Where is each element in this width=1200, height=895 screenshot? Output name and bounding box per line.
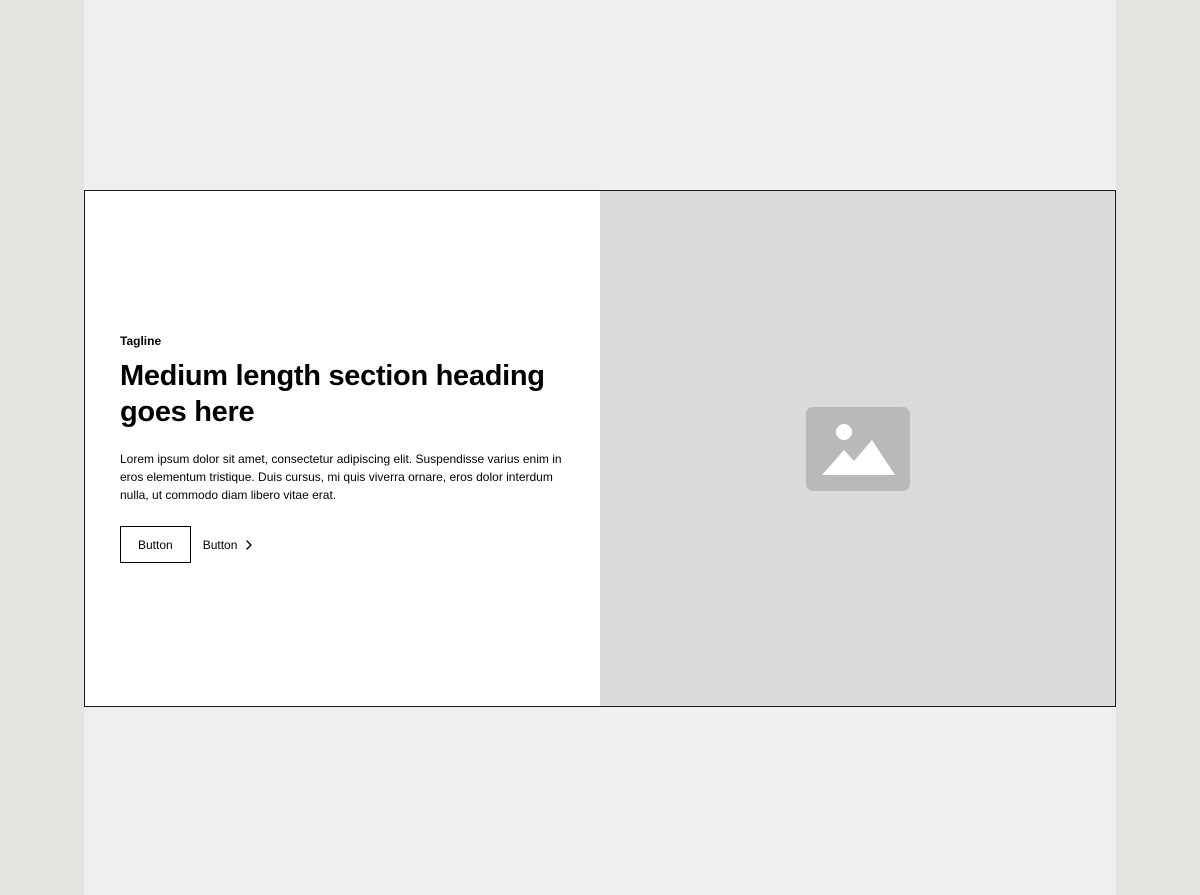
section-body-text: Lorem ipsum dolor sit amet, consectetur …: [120, 452, 562, 503]
section-heading: Medium length section heading goes here: [120, 360, 545, 429]
section-content: Tagline Medium length section heading go…: [85, 191, 600, 706]
link-button-label: Button: [202, 537, 238, 552]
image-placeholder-icon: [805, 407, 910, 491]
image-placeholder: [600, 191, 1115, 706]
link-button[interactable]: Button: [203, 538, 254, 552]
secondary-button-label: Button: [138, 537, 173, 552]
button-group: Button Button: [120, 526, 568, 564]
tagline: Tagline: [120, 333, 162, 348]
header-section: Tagline Medium length section heading go…: [84, 190, 1116, 707]
chevron-right-icon: [245, 539, 253, 550]
secondary-button[interactable]: Button: [120, 526, 191, 564]
